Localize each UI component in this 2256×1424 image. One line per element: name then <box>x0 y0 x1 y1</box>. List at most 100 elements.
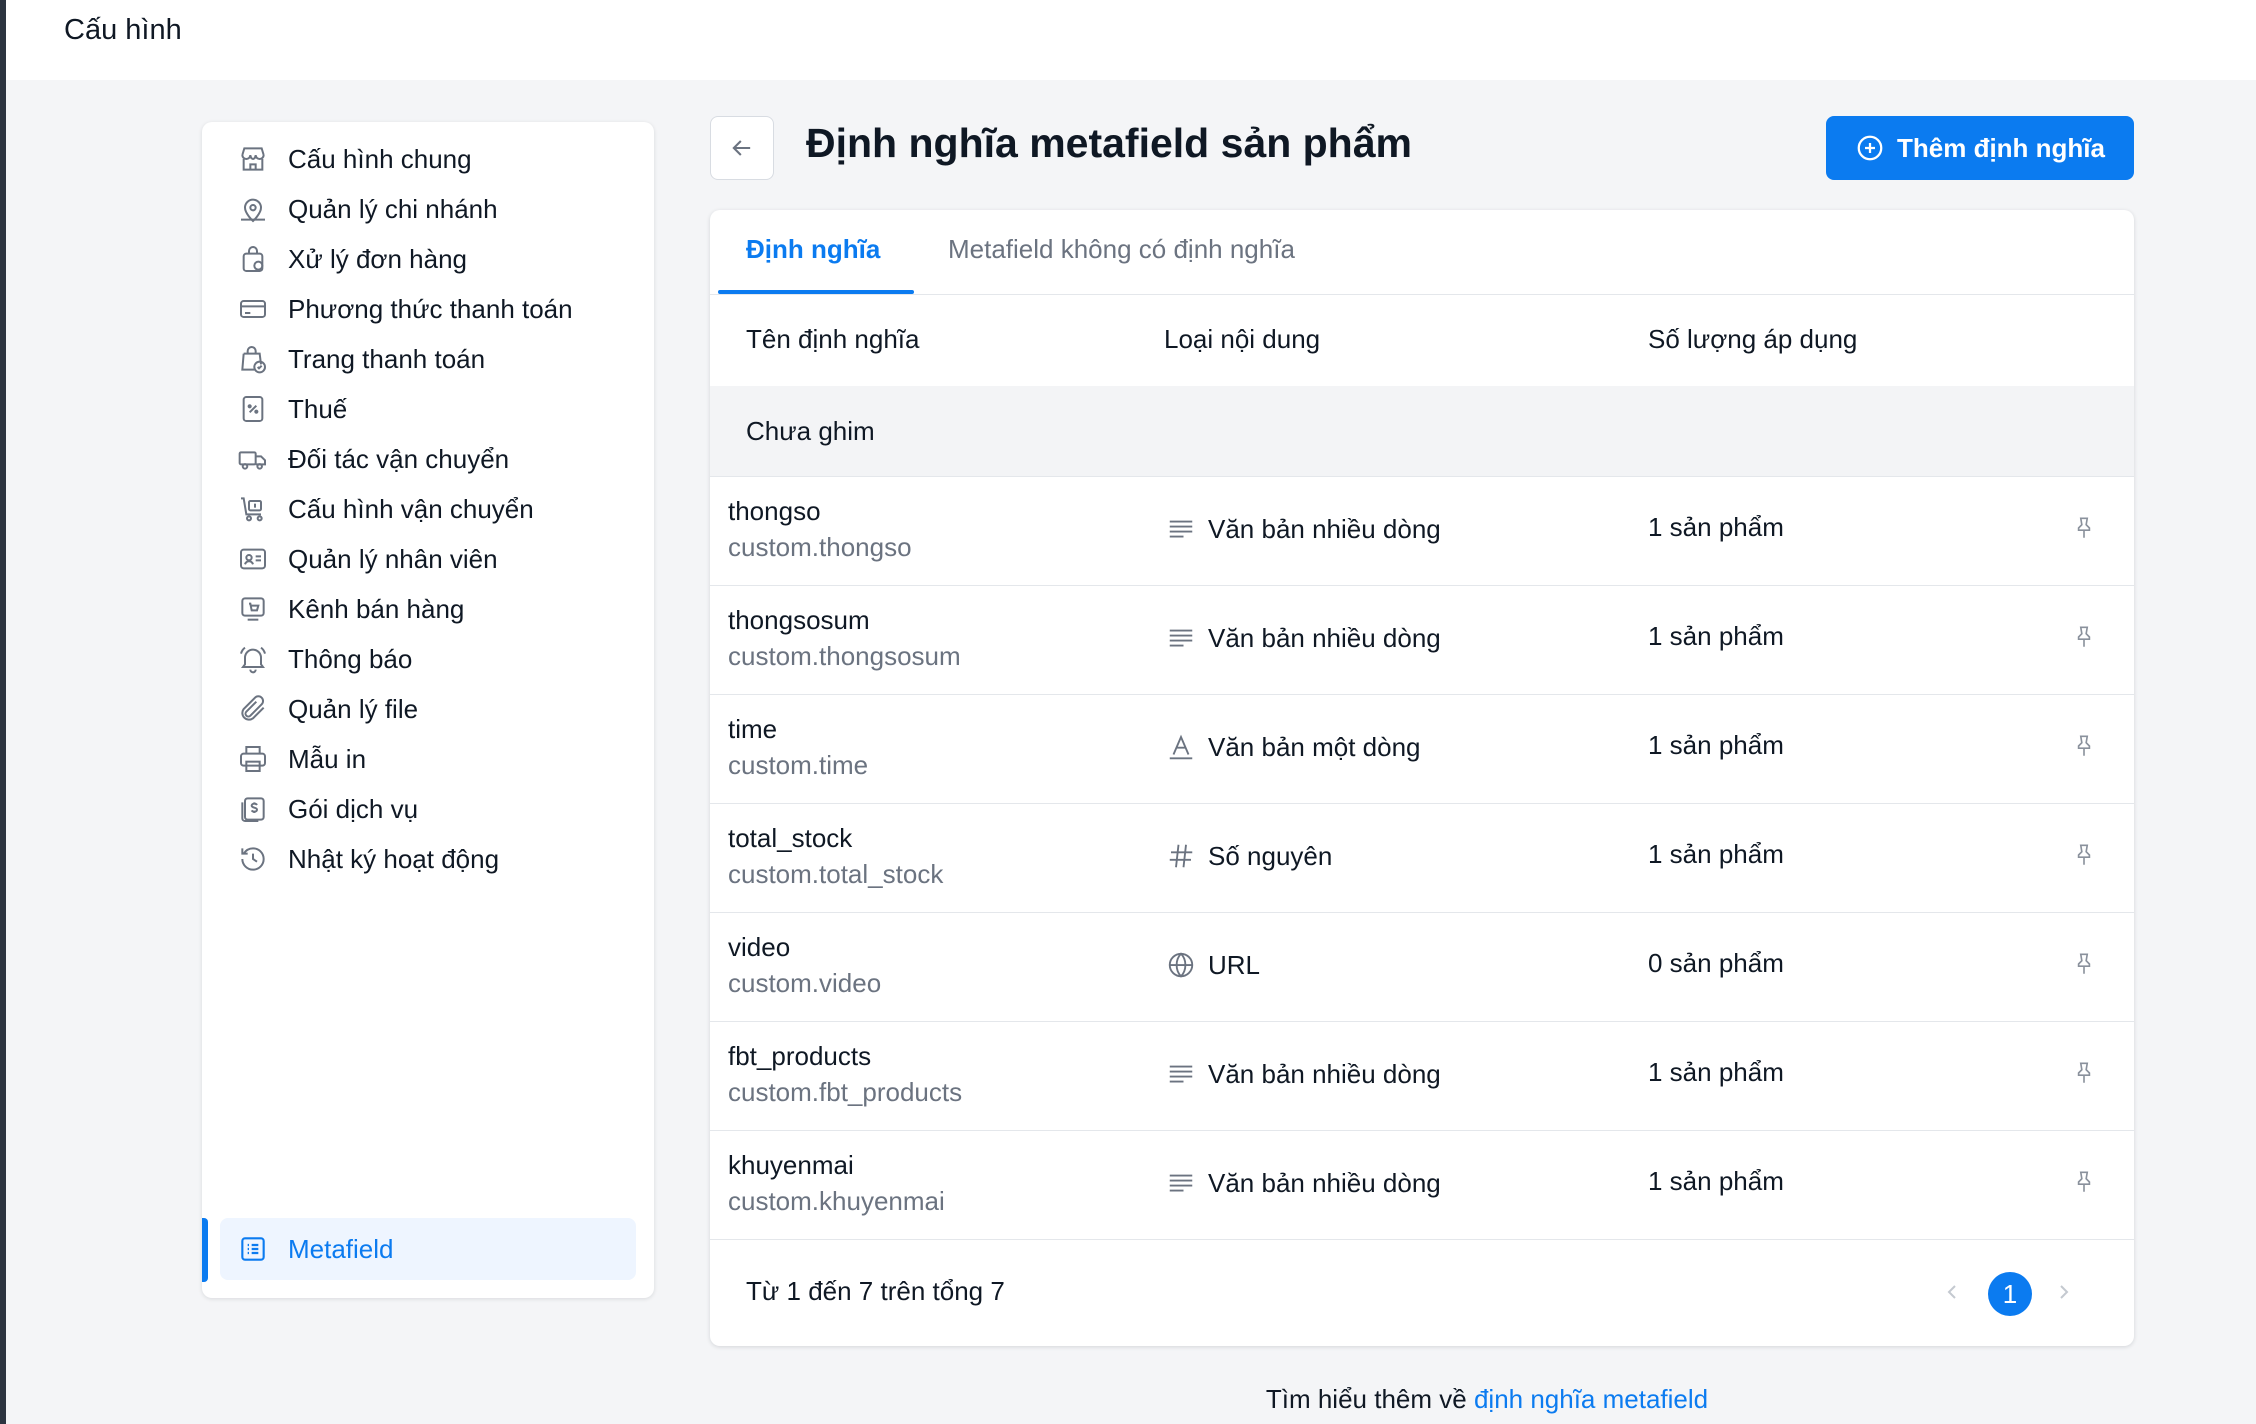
column-header-type: Loại nội dung <box>1164 324 1321 354</box>
sidebar-item-label: Cấu hình vận chuyển <box>288 493 534 524</box>
table-row[interactable]: thongso custom.thongso Văn bản nhiều dòn… <box>710 476 2134 586</box>
tab-undefined-metafields[interactable]: Metafield không có định nghĩa <box>948 234 1295 265</box>
table-row[interactable]: time custom.time Văn bản một dòng 1 sản … <box>710 694 2134 804</box>
content-type: Văn bản nhiều dòng <box>1164 1057 1441 1091</box>
applied-count: 1 sản phẩm <box>1648 621 1784 651</box>
applied-count: 1 sản phẩm <box>1648 1166 1784 1196</box>
definition-name: thongsosum <box>728 605 870 635</box>
definition-key: custom.thongsosum <box>728 641 961 671</box>
sidebar-item-label: Kênh bán hàng <box>288 593 465 624</box>
chevron-left-icon <box>1940 1280 1964 1304</box>
multiline-text-icon <box>1164 1166 1198 1200</box>
tab-bar: Định nghĩa Metafield không có định nghĩa <box>710 210 2134 295</box>
learn-more: Tìm hiểu thêm về định nghĩa metafield <box>0 1384 2256 1415</box>
window-edge <box>0 0 6 1424</box>
content-type-label: Văn bản nhiều dòng <box>1208 513 1441 544</box>
sidebar-item-label: Xử lý đơn hàng <box>288 243 468 274</box>
sidebar-item-label: Gói dịch vụ <box>288 793 419 824</box>
settings-sidebar: Cấu hình chung Quản lý chi nhánh Xử lý đ… <box>202 122 654 1298</box>
definition-name: time <box>728 714 778 744</box>
definitions-card: Định nghĩa Metafield không có định nghĩa… <box>710 210 2134 1346</box>
pin-button[interactable] <box>2068 948 2100 980</box>
table-header: Tên định nghĩa Loại nội dung Số lượng áp… <box>710 294 2134 387</box>
group-label: Chưa ghim <box>746 416 875 446</box>
pin-button[interactable] <box>2068 512 2100 544</box>
multiline-text-icon <box>1164 512 1198 546</box>
pin-button[interactable] <box>2068 730 2100 762</box>
learn-more-link[interactable]: định nghĩa metafield <box>1474 1384 1708 1414</box>
truck-icon <box>236 442 270 476</box>
definition-name: total_stock <box>728 823 853 853</box>
table-row[interactable]: total_stock custom.total_stock Số nguyên… <box>710 803 2134 913</box>
sales-channel-icon <box>236 592 270 626</box>
content-type: URL <box>1164 948 1260 982</box>
definition-key: custom.thongso <box>728 532 912 562</box>
content-type-label: Số nguyên <box>1208 840 1333 871</box>
group-row-unpinned: Chưa ghim <box>710 386 2134 477</box>
pin-button[interactable] <box>2068 621 2100 653</box>
metafield-list-icon <box>236 1232 270 1266</box>
sidebar-item-label: Quản lý file <box>288 693 419 724</box>
applied-count: 0 sản phẩm <box>1648 948 1784 978</box>
sidebar-item-label: Đối tác vận chuyển <box>288 443 510 474</box>
table-row[interactable]: khuyenmai custom.khuyenmai Văn bản nhiều… <box>710 1130 2134 1240</box>
credit-card-icon <box>236 292 270 326</box>
definition-key: custom.total_stock <box>728 859 944 889</box>
sidebar-item-label: Trang thanh toán <box>288 343 486 374</box>
pagination-summary: Từ 1 đến 7 trên tổng 7 <box>746 1276 1005 1306</box>
sidebar-item-metafield[interactable]: Metafield <box>220 1218 636 1280</box>
pagination-bar: Từ 1 đến 7 trên tổng 7 1 <box>710 1240 2134 1346</box>
page-button-current[interactable]: 1 <box>1988 1272 2032 1316</box>
content-type: Văn bản nhiều dòng <box>1164 621 1441 655</box>
definition-key: custom.fbt_products <box>728 1077 963 1107</box>
sidebar-item-label: Quản lý nhân viên <box>288 543 498 574</box>
page-title: Định nghĩa metafield sản phẩm <box>806 120 1412 166</box>
definition-key: custom.video <box>728 968 882 998</box>
add-definition-button[interactable]: Thêm định nghĩa <box>1826 116 2134 180</box>
sidebar-item-label: Quản lý chi nhánh <box>288 193 498 224</box>
content-type-label: Văn bản một dòng <box>1208 731 1421 762</box>
single-line-text-icon <box>1164 730 1198 764</box>
sidebar-item-label: Metafield <box>288 1233 394 1264</box>
chevron-right-icon <box>2052 1280 2076 1304</box>
top-bar: Cấu hình <box>6 0 2256 80</box>
content-type-label: Văn bản nhiều dòng <box>1208 1058 1441 1089</box>
table-row[interactable]: fbt_products custom.fbt_products Văn bản… <box>710 1021 2134 1131</box>
arrow-left-icon <box>728 134 756 162</box>
definition-name: video <box>728 932 791 962</box>
applied-count: 1 sản phẩm <box>1648 730 1784 760</box>
content-type: Số nguyên <box>1164 839 1332 873</box>
checkout-bag-icon <box>236 342 270 376</box>
learn-more-text: Tìm hiểu thêm về <box>1265 1384 1467 1414</box>
next-page-button[interactable] <box>2050 1278 2078 1306</box>
store-icon <box>236 142 270 176</box>
content-type: Văn bản một dòng <box>1164 730 1421 764</box>
table-row[interactable]: thongsosum custom.thongsosum Văn bản nhi… <box>710 585 2134 695</box>
definition-name: thongso <box>728 496 821 526</box>
tax-receipt-icon <box>236 392 270 426</box>
hash-icon <box>1164 839 1198 873</box>
pin-button[interactable] <box>2068 1057 2100 1089</box>
content-type: Văn bản nhiều dòng <box>1164 512 1441 546</box>
bell-icon <box>236 642 270 676</box>
id-card-icon <box>236 542 270 576</box>
sidebar-item-label: Nhật ký hoạt động <box>288 843 500 874</box>
pin-icon <box>2071 515 2097 541</box>
previous-page-button[interactable] <box>1938 1278 1966 1306</box>
column-header-name: Tên định nghĩa <box>746 324 920 354</box>
globe-icon <box>1164 948 1198 982</box>
column-header-count: Số lượng áp dụng <box>1648 324 1858 354</box>
service-package-icon <box>236 792 270 826</box>
tab-definitions[interactable]: Định nghĩa <box>746 234 880 265</box>
back-button[interactable] <box>710 116 774 180</box>
pin-button[interactable] <box>2068 839 2100 871</box>
shipping-cart-icon <box>236 492 270 526</box>
pin-button[interactable] <box>2068 1166 2100 1198</box>
history-icon <box>236 842 270 876</box>
sidebar-item-activity-log[interactable]: Nhật ký hoạt động <box>220 828 636 890</box>
applied-count: 1 sản phẩm <box>1648 512 1784 542</box>
pin-icon <box>2071 733 2097 759</box>
sidebar-item-label: Thuế <box>288 393 348 424</box>
table-row[interactable]: video custom.video URL 0 sản phẩm <box>710 912 2134 1022</box>
order-bag-icon <box>236 242 270 276</box>
